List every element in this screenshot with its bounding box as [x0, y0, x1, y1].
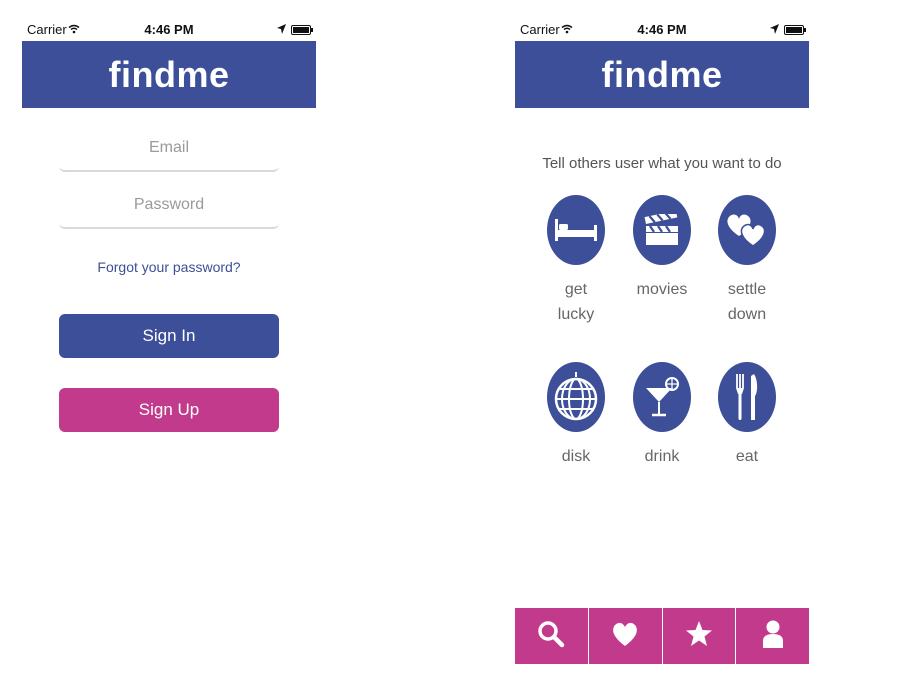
- tab-bar: [515, 608, 809, 664]
- activity-label-line1: drink: [644, 448, 680, 465]
- app-title: findme: [108, 53, 230, 95]
- location-arrow-icon: [770, 22, 779, 37]
- tab-favorites[interactable]: [587, 608, 662, 664]
- activity-drink[interactable]: drink: [622, 362, 702, 469]
- activity-label-line1: settle: [727, 281, 767, 298]
- clapperboard-icon: [633, 195, 691, 265]
- hearts-icon: [718, 195, 776, 265]
- search-icon: [537, 620, 565, 653]
- fork-knife-icon: [718, 362, 776, 432]
- forgot-password-link[interactable]: Forgot your password?: [22, 259, 316, 275]
- bed-icon: [547, 195, 605, 265]
- user-icon: [761, 619, 785, 654]
- sign-up-label: Sign Up: [138, 400, 200, 419]
- heart-icon: [611, 621, 639, 652]
- battery-icon: [784, 25, 806, 35]
- app-header: findme: [515, 41, 809, 108]
- activity-prompt: Tell others user what you want to do: [542, 155, 782, 172]
- sign-in-label: Sign In: [142, 326, 196, 345]
- password-field[interactable]: Password: [59, 183, 279, 229]
- login-screen: Carrier 4:46 PM findme Email Password Fo…: [22, 0, 316, 700]
- activity-disk[interactable]: disk: [536, 362, 616, 469]
- disco-ball-icon: [547, 362, 605, 432]
- activity-eat[interactable]: eat: [707, 362, 787, 469]
- status-bar: Carrier 4:46 PM: [22, 0, 316, 40]
- activity-label-line1: get: [564, 281, 588, 298]
- location-arrow-icon: [277, 22, 286, 37]
- activity-settle-down[interactable]: settle down: [707, 195, 787, 327]
- email-field[interactable]: Email: [59, 126, 279, 172]
- sign-in-button[interactable]: Sign In: [59, 314, 279, 358]
- app-header: findme: [22, 41, 316, 108]
- activity-label-line1: eat: [735, 448, 759, 465]
- tab-profile[interactable]: [735, 608, 809, 664]
- status-time: 4:46 PM: [144, 22, 194, 37]
- status-time: 4:46 PM: [637, 22, 687, 37]
- activity-label-line2: down: [727, 306, 767, 323]
- status-bar: Carrier 4:46 PM: [515, 0, 809, 40]
- app-title: findme: [601, 53, 723, 95]
- activity-movies[interactable]: movies: [622, 195, 702, 302]
- cocktail-icon: [633, 362, 691, 432]
- activity-label-line1: disk: [561, 448, 591, 465]
- sign-up-button[interactable]: Sign Up: [59, 388, 279, 432]
- tab-starred[interactable]: [661, 608, 736, 664]
- activity-get-lucky[interactable]: get lucky: [536, 195, 616, 327]
- activity-label-line1: movies: [636, 281, 688, 298]
- star-icon: [685, 620, 713, 653]
- tab-search[interactable]: [515, 608, 588, 664]
- activity-label-line2: lucky: [557, 306, 595, 323]
- activities-screen: Carrier 4:46 PM findme Tell others user …: [515, 0, 809, 700]
- battery-icon: [291, 25, 313, 35]
